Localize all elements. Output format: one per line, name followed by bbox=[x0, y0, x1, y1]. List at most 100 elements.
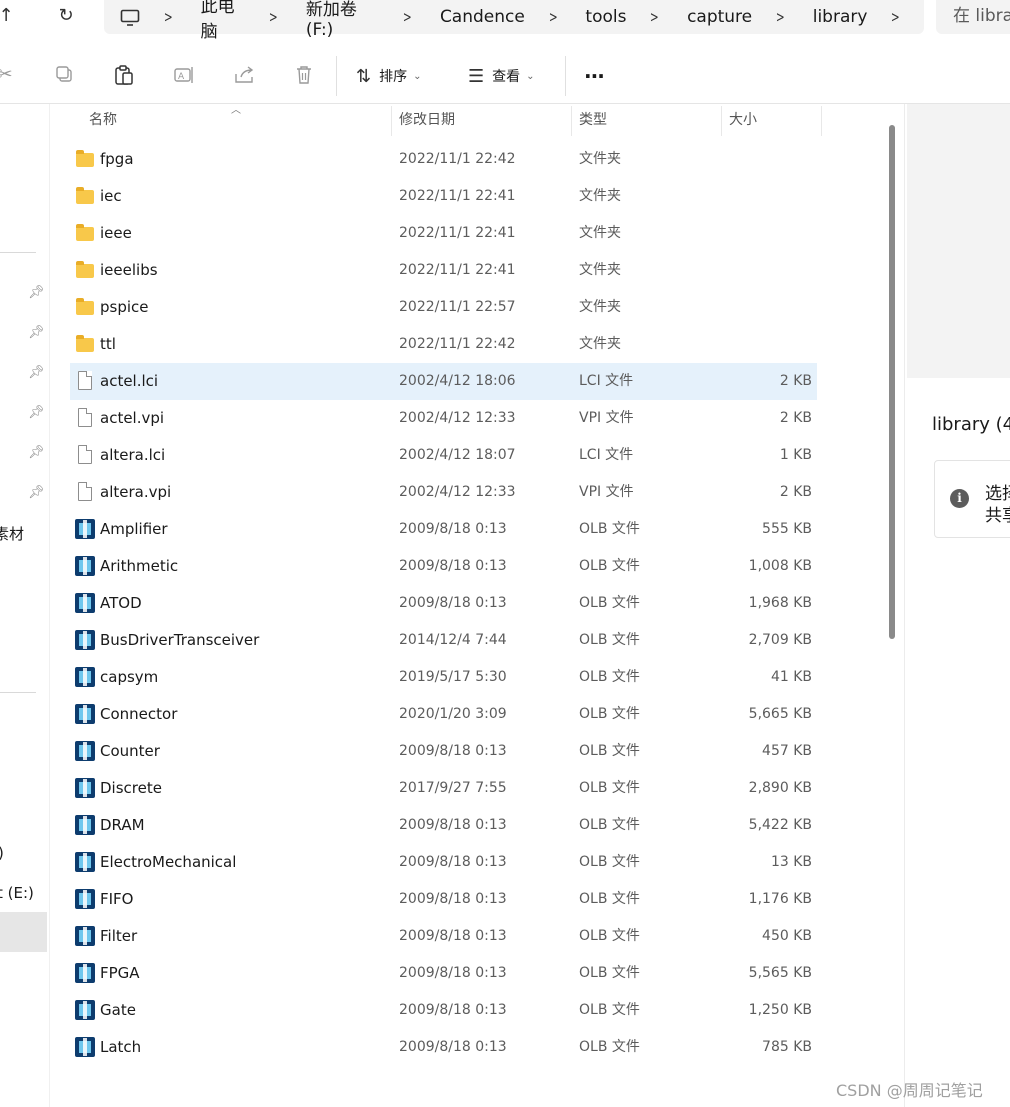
chevron-right-icon[interactable]: > bbox=[269, 8, 278, 26]
refresh-icon[interactable]: ↻ bbox=[52, 4, 80, 28]
file-name: FPGA bbox=[100, 964, 140, 982]
breadcrumb-candence[interactable]: Candence bbox=[440, 7, 525, 27]
file-type: OLB 文件 bbox=[579, 965, 640, 981]
file-size: 1,176 KB bbox=[748, 891, 812, 907]
column-header-name[interactable]: 名称 bbox=[81, 104, 391, 136]
file-row[interactable]: capsym 2019/5/17 5:30 OLB 文件 41 KB bbox=[70, 659, 817, 696]
search-input[interactable]: 在 libra bbox=[936, 0, 1010, 34]
file-row[interactable]: Counter 2009/8/18 0:13 OLB 文件 457 KB bbox=[70, 733, 817, 770]
rename-icon[interactable]: A bbox=[173, 64, 195, 86]
file-row[interactable]: FPGA 2009/8/18 0:13 OLB 文件 5,565 KB bbox=[70, 955, 817, 992]
pin-icon[interactable]: 📌︎ bbox=[28, 446, 45, 460]
file-row[interactable]: altera.lci 2002/4/12 18:07 LCI 文件 1 KB bbox=[70, 437, 817, 474]
file-size: 1,008 KB bbox=[748, 558, 812, 574]
file-name: ieee bbox=[100, 224, 132, 242]
folder-icon bbox=[76, 150, 94, 167]
file-row[interactable]: actel.lci 2002/4/12 18:06 LCI 文件 2 KB bbox=[70, 363, 817, 400]
view-icon: ☰ bbox=[468, 65, 485, 87]
file-type: VPI 文件 bbox=[579, 484, 634, 500]
paste-icon[interactable] bbox=[113, 64, 135, 86]
file-name: BusDriverTransceiver bbox=[100, 631, 260, 649]
file-row[interactable]: Arithmetic 2009/8/18 0:13 OLB 文件 1,008 KB bbox=[70, 548, 817, 585]
chevron-right-icon[interactable]: > bbox=[776, 8, 785, 26]
breadcrumb-tools[interactable]: tools bbox=[585, 7, 626, 27]
copy-icon[interactable] bbox=[53, 64, 75, 86]
details-title: library (4 bbox=[932, 414, 1010, 435]
computer-icon[interactable] bbox=[120, 9, 140, 26]
chevron-right-icon[interactable]: > bbox=[650, 8, 659, 26]
chevron-right-icon[interactable]: > bbox=[549, 8, 558, 26]
share-icon[interactable] bbox=[233, 64, 255, 86]
file-row[interactable]: ATOD 2009/8/18 0:13 OLB 文件 1,968 KB bbox=[70, 585, 817, 622]
folder-row[interactable]: iec 2022/11/1 22:41 文件夹 bbox=[70, 178, 817, 215]
cut-icon[interactable]: ✂ bbox=[0, 64, 16, 86]
file-modified-date: 2009/8/18 0:13 bbox=[399, 1002, 507, 1018]
folder-row[interactable]: ttl 2022/11/1 22:42 文件夹 bbox=[70, 326, 817, 363]
file-name: Arithmetic bbox=[100, 557, 179, 575]
breadcrumb-library[interactable]: library bbox=[813, 7, 868, 27]
file-modified-date: 2002/4/12 12:33 bbox=[399, 484, 516, 500]
details-info-box: i 选择 共享 bbox=[934, 460, 1010, 538]
file-type: 文件夹 bbox=[579, 299, 621, 315]
scrollbar-thumb[interactable] bbox=[889, 125, 895, 639]
file-modified-date: 2002/4/12 18:06 bbox=[399, 373, 516, 389]
breadcrumb-drive-f[interactable]: 新加卷 (F:) bbox=[306, 0, 380, 40]
file-row[interactable]: Gate 2009/8/18 0:13 OLB 文件 1,250 KB bbox=[70, 992, 817, 1029]
file-modified-date: 2009/8/18 0:13 bbox=[399, 854, 507, 870]
file-row[interactable]: Amplifier 2009/8/18 0:13 OLB 文件 555 KB bbox=[70, 511, 817, 548]
file-row[interactable]: BusDriverTransceiver 2014/12/4 7:44 OLB 文件… bbox=[70, 622, 817, 659]
watermark: CSDN @周周记笔记 bbox=[836, 1081, 983, 1100]
folder-row[interactable]: pspice 2022/11/1 22:57 文件夹 bbox=[70, 289, 817, 326]
pin-icon[interactable]: 📌︎ bbox=[28, 286, 45, 300]
breadcrumb-capture[interactable]: capture bbox=[687, 7, 752, 27]
folder-row[interactable]: fpga 2022/11/1 22:42 文件夹 bbox=[70, 141, 817, 178]
file-row[interactable]: Discrete 2017/9/27 7:55 OLB 文件 2,890 KB bbox=[70, 770, 817, 807]
up-arrow-icon[interactable]: ↑ bbox=[0, 4, 20, 28]
column-header-modified[interactable]: 修改日期 bbox=[391, 104, 571, 136]
folder-icon bbox=[76, 261, 94, 278]
file-row[interactable]: FIFO 2009/8/18 0:13 OLB 文件 1,176 KB bbox=[70, 881, 817, 918]
file-row[interactable]: Latch 2009/8/18 0:13 OLB 文件 785 KB bbox=[70, 1029, 817, 1066]
file-row[interactable]: Connector 2020/1/20 3:09 OLB 文件 5,665 KB bbox=[70, 696, 817, 733]
file-row[interactable]: actel.vpi 2002/4/12 12:33 VPI 文件 2 KB bbox=[70, 400, 817, 437]
file-modified-date: 2009/8/18 0:13 bbox=[399, 521, 507, 537]
sort-button[interactable]: ⇅ 排序 ⌄ bbox=[356, 64, 421, 88]
address-bar[interactable]: > 此电脑 > 新加卷 (F:) > Candence > tools > ca… bbox=[104, 0, 924, 42]
pin-icon[interactable]: 📌︎ bbox=[28, 366, 45, 380]
chevron-right-icon[interactable]: > bbox=[403, 8, 412, 26]
file-name: fpga bbox=[100, 150, 134, 168]
nav-item-selected[interactable] bbox=[0, 912, 47, 952]
file-size: 13 KB bbox=[770, 854, 812, 870]
nav-item-drive[interactable]: ) bbox=[0, 844, 4, 862]
pin-icon[interactable]: 📌︎ bbox=[28, 326, 45, 340]
folder-row[interactable]: ieeelibs 2022/11/1 22:41 文件夹 bbox=[70, 252, 817, 289]
file-row[interactable]: DRAM 2009/8/18 0:13 OLB 文件 5,422 KB bbox=[70, 807, 817, 844]
nav-item-drive-e[interactable]: t (E:) bbox=[0, 884, 34, 902]
file-name: Gate bbox=[100, 1001, 136, 1019]
delete-icon[interactable] bbox=[293, 64, 315, 86]
file-type: LCI 文件 bbox=[579, 373, 634, 389]
column-header-size[interactable]: 大小 bbox=[721, 104, 821, 136]
olb-file-icon bbox=[75, 556, 95, 576]
view-button[interactable]: ☰ 查看 ⌄ bbox=[468, 64, 535, 88]
file-row[interactable]: Filter 2009/8/18 0:13 OLB 文件 450 KB bbox=[70, 918, 817, 955]
nav-item-material[interactable]: 素材 bbox=[0, 523, 24, 544]
file-modified-date: 2019/5/17 5:30 bbox=[399, 669, 507, 685]
column-divider[interactable] bbox=[821, 106, 822, 136]
toolbar-divider bbox=[565, 56, 566, 96]
file-row[interactable]: ElectroMechanical 2009/8/18 0:13 OLB 文件 13 … bbox=[70, 844, 817, 881]
file-row[interactable]: altera.vpi 2002/4/12 12:33 VPI 文件 2 KB bbox=[70, 474, 817, 511]
folder-row[interactable]: ieee 2022/11/1 22:41 文件夹 bbox=[70, 215, 817, 252]
file-name: iec bbox=[100, 187, 122, 205]
column-header-type[interactable]: 类型 bbox=[571, 104, 721, 136]
file-type: OLB 文件 bbox=[579, 1002, 640, 1018]
more-options-button[interactable]: ··· bbox=[584, 64, 605, 88]
chevron-right-icon[interactable]: > bbox=[164, 8, 173, 26]
breadcrumb-this-pc[interactable]: 此电脑 bbox=[201, 0, 246, 42]
view-label: 查看 bbox=[492, 69, 521, 85]
file-size: 41 KB bbox=[770, 669, 812, 685]
pin-icon[interactable]: 📌︎ bbox=[28, 486, 45, 500]
chevron-right-icon[interactable]: > bbox=[891, 8, 900, 26]
details-pane: library (4 i 选择 共享 bbox=[904, 104, 1010, 1107]
pin-icon[interactable]: 📌︎ bbox=[28, 406, 45, 420]
